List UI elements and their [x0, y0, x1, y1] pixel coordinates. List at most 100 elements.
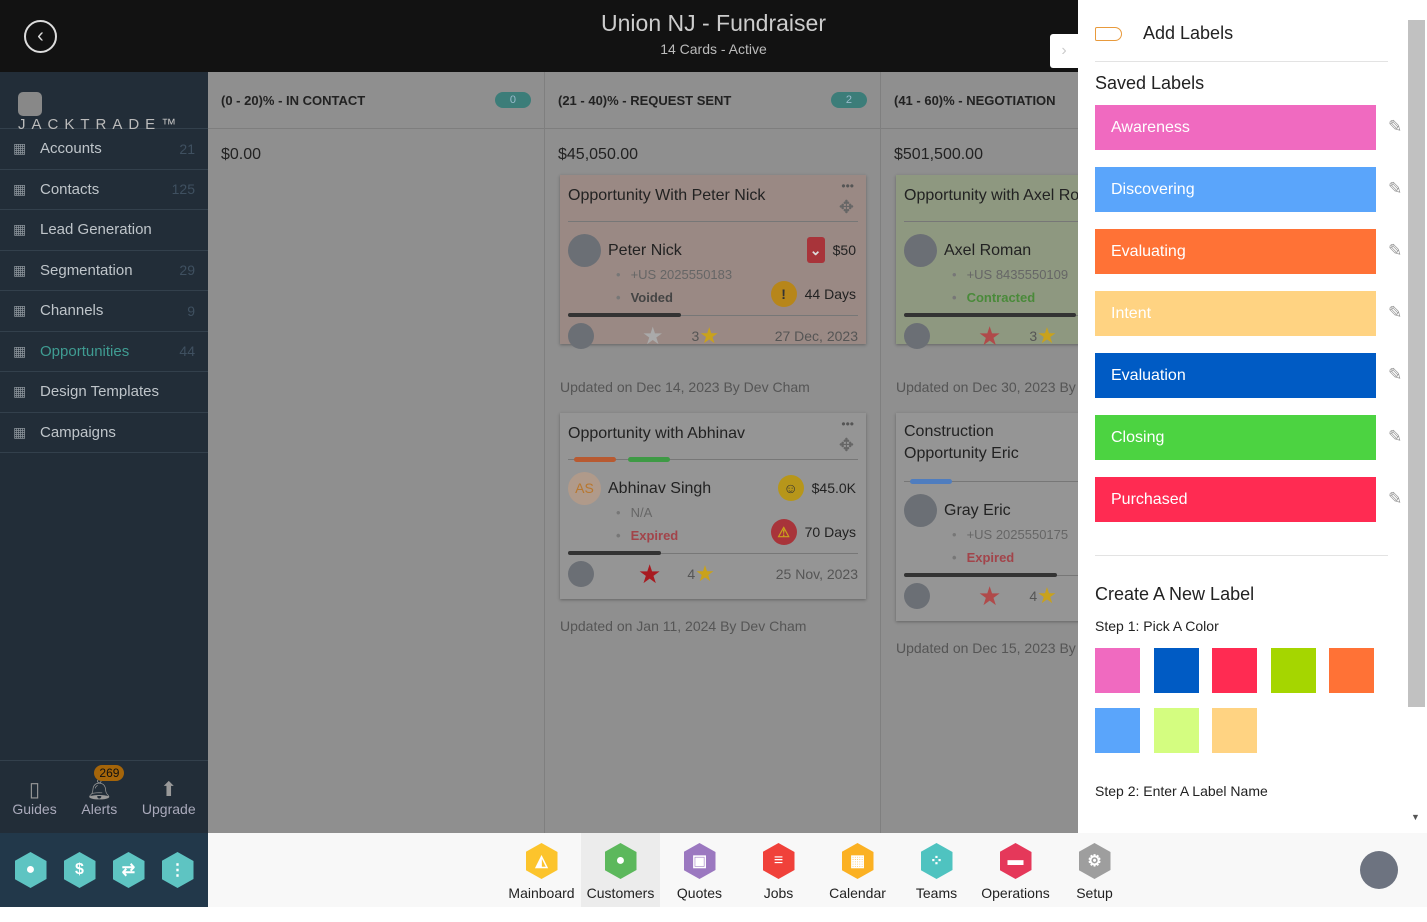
sidebar-item-contacts[interactable]: ▦ Contacts 125	[0, 170, 208, 210]
app-label: Teams	[915, 885, 958, 901]
sidebar-item-label: Lead Generation	[40, 221, 152, 239]
sidebar-item-accounts[interactable]: ▦ Accounts 21	[0, 129, 208, 170]
saved-label[interactable]: Discovering	[1095, 167, 1376, 212]
color-swatch[interactable]	[1212, 648, 1257, 693]
divider	[1095, 555, 1388, 556]
color-swatch[interactable]	[1329, 648, 1374, 693]
app-operations[interactable]: ▬ Operations	[976, 833, 1055, 907]
app-jobs[interactable]: ≡ Jobs	[739, 833, 818, 907]
scroll-down-icon[interactable]: ▼	[1411, 812, 1420, 822]
saved-labels-title: Saved Labels	[1095, 73, 1205, 93]
opportunity-card[interactable]: ••• ✥ Opportunity With Peter Nick Peter N…	[560, 175, 866, 350]
contacts-icon: ▦	[13, 180, 27, 197]
color-swatch[interactable]	[1095, 648, 1140, 693]
star-icon[interactable]: ★	[978, 321, 1001, 352]
edit-pencil-icon[interactable]: ✎	[1388, 303, 1402, 323]
move-icon[interactable]: ✥	[839, 197, 854, 218]
sidebar: JACKTRADE™ ▦ Accounts 21 ▦ Contacts 125 ▦ Lead …	[0, 72, 208, 833]
workflow-icon[interactable]: ⋮	[161, 852, 194, 888]
app-quotes[interactable]: ▣ Quotes	[660, 833, 739, 907]
sidebar-item-count: 29	[179, 262, 195, 279]
dollar-icon[interactable]: $	[63, 852, 96, 888]
color-swatch[interactable]	[1270, 648, 1316, 693]
quotes-icon: ▣	[683, 843, 716, 879]
customer-icon: ●	[604, 843, 637, 879]
star-icon[interactable]: ★	[638, 559, 661, 590]
templates-icon: ▦	[13, 383, 27, 400]
app-setup[interactable]: ⚙ Setup	[1055, 833, 1134, 907]
column-title: (21 - 40)% - REQUEST SENT	[558, 92, 732, 108]
transfer-icon[interactable]: ⇄	[112, 852, 145, 888]
app-teams[interactable]: ⁘ Teams	[897, 833, 976, 907]
sidebar-item-count: 21	[179, 140, 195, 157]
opportunity-card[interactable]: ••• ✥ Opportunity with Abhinav AS Abhinav …	[560, 413, 866, 599]
upgrade-button[interactable]: ⬆ Upgrade	[142, 777, 196, 833]
avatar	[904, 234, 937, 267]
panel-toggle-chevron-icon[interactable]: ›	[1050, 34, 1078, 68]
sidebar-item-opportunities[interactable]: ▦ Opportunities 44	[0, 332, 208, 372]
color-swatch[interactable]	[1153, 648, 1199, 693]
sidebar-item-label: Contacts	[40, 180, 100, 198]
app-bar: ◭ Mainboard ● Customers ▣ Quotes ≡ Jobs ▦ Calenda…	[208, 833, 1427, 907]
saved-label[interactable]: Awareness	[1095, 105, 1376, 150]
sidebar-item-label: Campaigns	[40, 423, 116, 441]
saved-label[interactable]: Intent	[1095, 291, 1376, 336]
star-icon[interactable]: ★	[978, 581, 1001, 612]
user-icon[interactable]: ●	[14, 852, 47, 888]
column-amount: $45,050.00	[558, 146, 639, 163]
avatar: AS	[568, 472, 601, 505]
rating: 4	[687, 566, 696, 582]
app-mainboard[interactable]: ◭ Mainboard	[502, 833, 581, 907]
saved-label[interactable]: Purchased	[1095, 477, 1376, 522]
saved-label[interactable]: Evaluation	[1095, 353, 1376, 398]
move-icon[interactable]: ✥	[839, 435, 854, 456]
sidebar-item-count: 9	[187, 302, 195, 319]
contact-name: Peter Nick	[608, 242, 682, 259]
sidebar-item-campaigns[interactable]: ▦ Campaigns	[0, 413, 208, 453]
sidebar-item-label: Opportunities	[40, 342, 130, 360]
sidebar-item-segmentation[interactable]: ▦ Segmentation 29	[0, 251, 208, 291]
column-title: (0 - 20)% - IN CONTACT	[221, 92, 366, 108]
scrollbar[interactable]	[1408, 20, 1425, 707]
app-label: Operations	[981, 885, 1050, 901]
edit-pencil-icon[interactable]: ✎	[1388, 179, 1402, 199]
saved-label[interactable]: Closing	[1095, 415, 1376, 460]
color-swatch[interactable]	[1153, 708, 1199, 753]
guides-button[interactable]: ▯ Guides	[12, 777, 56, 833]
edit-pencil-icon[interactable]: ✎	[1388, 427, 1402, 447]
owner-avatar	[568, 561, 594, 587]
star-icon[interactable]: ★	[642, 322, 664, 351]
edit-pencil-icon[interactable]: ✎	[1388, 365, 1402, 385]
alerts-button[interactable]: 269 🔔︎ Alerts	[81, 765, 125, 833]
edit-pencil-icon[interactable]: ✎	[1388, 489, 1402, 509]
color-swatch[interactable]	[1212, 708, 1257, 753]
updated-text: Updated on Dec 15, 2023 By D	[896, 640, 1090, 656]
contact-name: Gray Eric	[944, 502, 1011, 519]
saved-label[interactable]: Evaluating	[1095, 229, 1376, 274]
channels-icon: ▦	[13, 302, 27, 319]
sidebar-item-lead-generation[interactable]: ▦ Lead Generation	[0, 210, 208, 251]
edit-pencil-icon[interactable]: ✎	[1388, 117, 1402, 137]
smiley-icon: ☺	[777, 475, 804, 501]
app-customers[interactable]: ● Customers	[581, 833, 660, 907]
app-label: Customers	[586, 885, 655, 901]
rating: 3	[1029, 328, 1038, 344]
column-amount: $0.00	[221, 146, 262, 163]
alerts-badge: 269	[94, 765, 125, 781]
sidebar-item-label: Segmentation	[40, 261, 133, 279]
brand-logo[interactable]: JACKTRADE™	[0, 72, 208, 133]
app-calendar[interactable]: ▦ Calendar	[818, 833, 897, 907]
updated-text: Updated on Dec 14, 2023 By Dev Cham	[560, 379, 810, 395]
more-icon[interactable]: •••	[841, 417, 854, 431]
column-count: 2	[830, 92, 867, 108]
sidebar-item-channels[interactable]: ▦ Channels 9	[0, 291, 208, 332]
more-icon[interactable]: •••	[841, 179, 854, 193]
brand-name: JACKTRADE™	[18, 116, 183, 133]
sidebar-item-design-templates[interactable]: ▦ Design Templates	[0, 372, 208, 413]
building-icon: ▦	[13, 140, 27, 157]
user-avatar[interactable]	[1360, 851, 1398, 889]
edit-pencil-icon[interactable]: ✎	[1388, 241, 1402, 261]
color-swatch[interactable]	[1095, 708, 1140, 753]
contact-name: Axel Roman	[944, 242, 1032, 259]
deal-value: $50	[832, 242, 856, 258]
